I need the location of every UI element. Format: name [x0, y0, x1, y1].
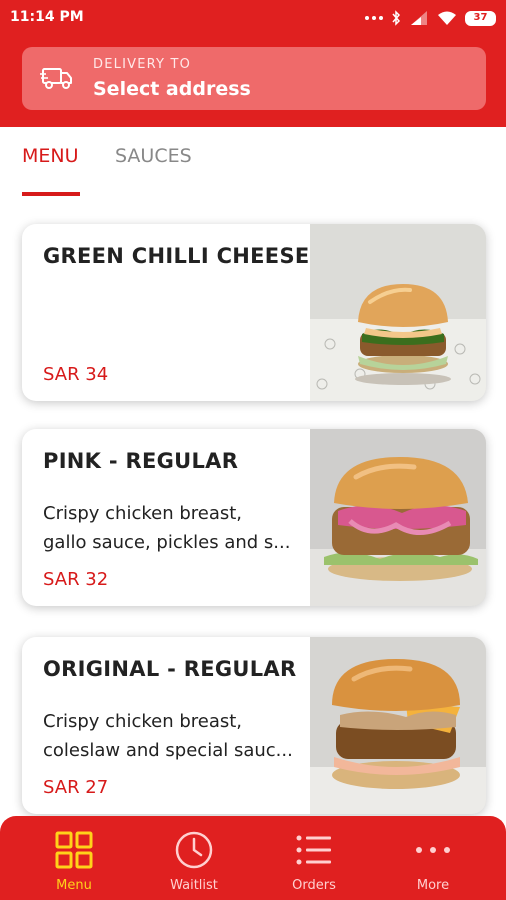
signal-icon: [411, 11, 427, 25]
truck-icon: [40, 68, 72, 89]
menu-item-card[interactable]: PINK - REGULAR Crispy chicken breast, ga…: [22, 429, 486, 606]
description-line: coleslaw and special sauc...: [43, 740, 293, 761]
clock-icon: [175, 831, 213, 869]
menu-item-price: SAR 32: [43, 569, 109, 590]
menu-item-card[interactable]: GREEN CHILLI CHEESE SAR 34: [22, 224, 486, 401]
description-line: Crispy chicken breast,: [43, 503, 243, 524]
nav-item-more[interactable]: More: [383, 816, 483, 900]
nav-label: More: [416, 878, 450, 893]
list-icon: [296, 835, 331, 865]
menu-item-title: PINK - REGULAR: [43, 449, 239, 473]
menu-item-price: SAR 27: [43, 777, 109, 798]
tab-sauces[interactable]: SAUCES: [115, 145, 192, 167]
nav-item-waitlist[interactable]: Waitlist: [144, 816, 244, 900]
burger-photo: [310, 429, 486, 606]
nav-label: Menu: [56, 878, 92, 893]
menu-item-description: Crispy chicken breast, gallo sauce, pick…: [43, 499, 293, 557]
active-tab-indicator: [22, 192, 80, 196]
more-dots-icon: [416, 847, 450, 853]
menu-item-card[interactable]: ORIGINAL - REGULAR Crispy chicken breast…: [22, 637, 486, 814]
menu-item-title: GREEN CHILLI CHEESE: [43, 244, 310, 268]
nav-label: Orders: [292, 878, 336, 893]
burger-photo: [310, 637, 486, 814]
delivery-label: DELIVERY TO: [93, 57, 192, 72]
wifi-icon: [438, 11, 456, 25]
bottom-navigation: Menu Waitlist Orders More: [0, 816, 506, 900]
status-bar: 11:14 PM 37: [0, 0, 506, 36]
delivery-address-selector[interactable]: DELIVERY TO Select address: [22, 47, 486, 110]
nav-label: Waitlist: [170, 878, 218, 893]
menu-list[interactable]: GREEN CHILLI CHEESE SAR 34 PINK - REGULA…: [0, 197, 506, 817]
nav-item-menu[interactable]: Menu: [24, 816, 124, 900]
menu-item-description: Crispy chicken breast, coleslaw and spec…: [43, 707, 293, 765]
app-header: 11:14 PM 37 DELIVERY TO Select address: [0, 0, 506, 127]
description-line: gallo sauce, pickles and s...: [43, 532, 291, 553]
notification-dots-icon: [365, 16, 383, 20]
description-line: Crispy chicken breast,: [43, 711, 243, 732]
bluetooth-icon: [392, 10, 401, 26]
tab-menu[interactable]: MENU: [22, 145, 79, 167]
grid-icon: [55, 831, 93, 869]
nav-item-orders[interactable]: Orders: [264, 816, 364, 900]
burger-photo: [310, 224, 486, 401]
category-tabs: MENU SAUCES: [0, 127, 506, 197]
delivery-address: Select address: [93, 78, 251, 100]
battery-indicator: 37: [465, 10, 496, 26]
status-icons: 37: [365, 8, 496, 28]
menu-item-price: SAR 34: [43, 364, 109, 385]
status-time: 11:14 PM: [10, 9, 84, 25]
menu-item-title: ORIGINAL - REGULAR: [43, 657, 297, 681]
